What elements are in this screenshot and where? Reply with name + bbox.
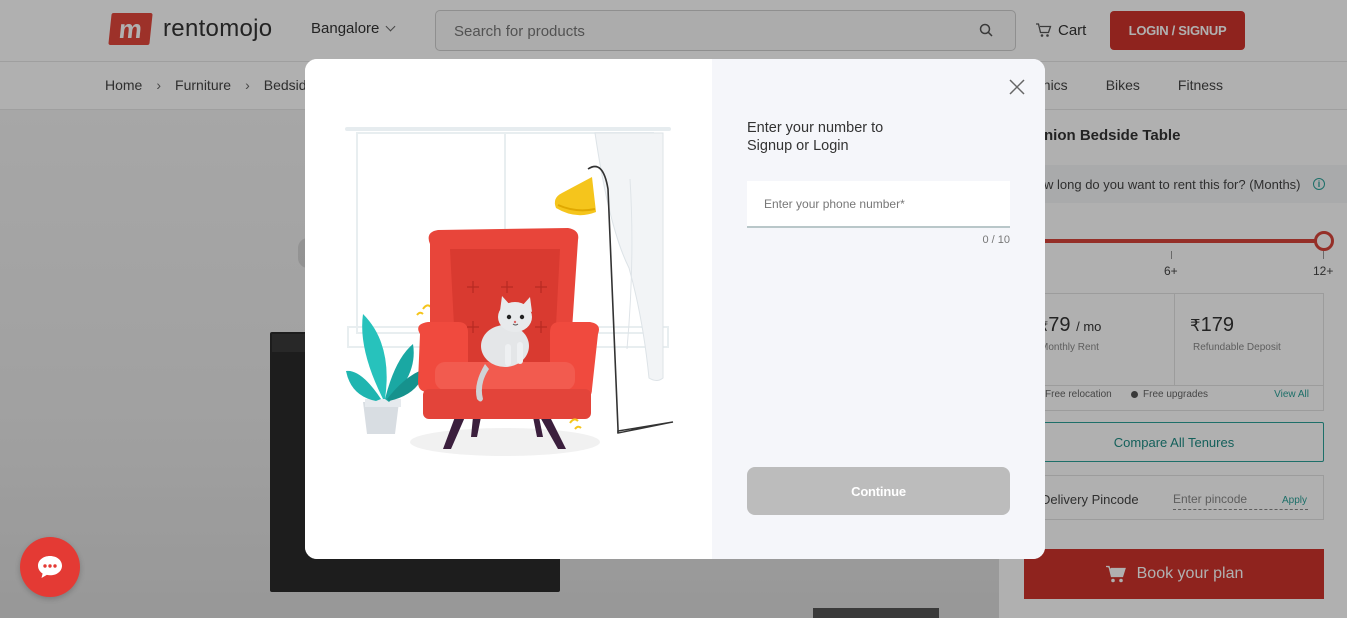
login-modal: Enter your number to Signup or Login 0 /… (305, 59, 1045, 559)
armchair-cat-illustration (345, 127, 674, 456)
continue-button[interactable]: Continue (747, 467, 1010, 515)
modal-illustration-panel (305, 59, 712, 559)
chat-button[interactable] (20, 537, 80, 597)
login-prompt: Enter your number to Signup or Login (747, 119, 967, 155)
modal-form-panel: Enter your number to Signup or Login 0 /… (712, 59, 1045, 559)
close-icon[interactable] (1007, 77, 1027, 97)
phone-number-input[interactable] (747, 181, 1010, 228)
chat-icon (38, 556, 62, 578)
login-prompt-line1: Enter your number to (747, 120, 884, 136)
login-prompt-line2: Signup or Login (747, 138, 849, 154)
phone-char-counter: 0 / 10 (982, 234, 1010, 246)
